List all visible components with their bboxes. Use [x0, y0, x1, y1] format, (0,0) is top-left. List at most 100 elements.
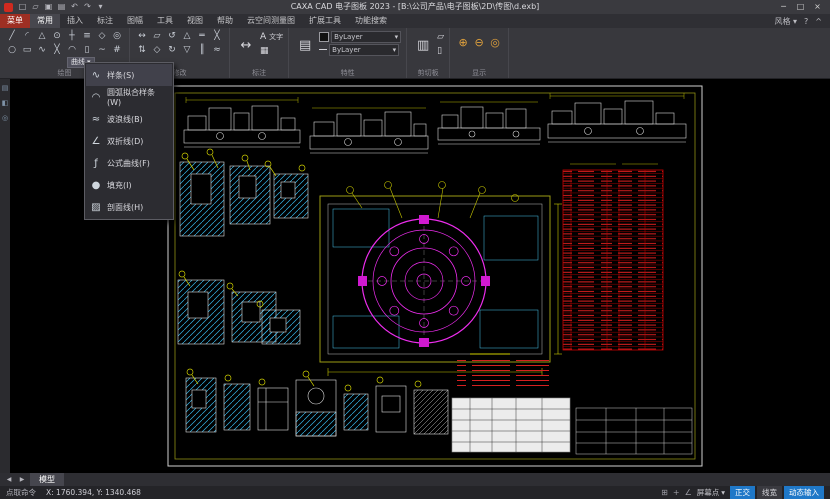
- panel-icon[interactable]: ▤: [2, 84, 9, 92]
- modify-tool-icon[interactable]: ▽: [180, 44, 194, 57]
- modify-tool-icon[interactable]: ↔: [135, 30, 149, 43]
- panel-icon[interactable]: ◧: [2, 99, 9, 107]
- table-button[interactable]: ▦: [260, 45, 283, 57]
- draw-tools: ╱○◜▭△∿⊙╳┼◠≡▯◇~◎#: [5, 30, 124, 57]
- draw-tool-icon[interactable]: ▭: [20, 44, 34, 57]
- draw-tool-icon[interactable]: #: [110, 44, 124, 57]
- minimize-button[interactable]: ─: [775, 0, 792, 14]
- chevron-down-icon: ▾: [395, 33, 399, 41]
- draw-tool-icon[interactable]: ╳: [50, 44, 64, 57]
- draw-tool-icon[interactable]: ╱: [5, 30, 19, 43]
- mode-toggles: 正交线宽动态输入: [730, 486, 824, 499]
- snap-mode-dropdown[interactable]: 屏幕点 ▾: [697, 487, 725, 498]
- next-tab-icon[interactable]: ▶: [17, 476, 27, 483]
- mode-toggle[interactable]: 正交: [730, 486, 755, 499]
- modify-tool-icon[interactable]: ≈: [210, 44, 224, 57]
- ribbon-tab[interactable]: 工具: [150, 14, 180, 28]
- modify-tool-icon[interactable]: ═: [195, 30, 209, 43]
- ribbon-tab[interactable]: 插入: [60, 14, 90, 28]
- ribbon-tab[interactable]: 扩展工具: [302, 14, 348, 28]
- draw-tool-icon[interactable]: ◠: [65, 44, 79, 57]
- prev-tab-icon[interactable]: ◀: [4, 476, 14, 483]
- ribbon-tab[interactable]: 功能搜索: [348, 14, 394, 28]
- ribbon-tab[interactable]: 云空间测量图: [240, 14, 302, 28]
- grid-icon[interactable]: ⊞: [661, 488, 668, 497]
- collapse-ribbon-icon[interactable]: ^: [815, 17, 822, 26]
- curve-type-icon: ∿: [89, 70, 103, 81]
- text-button[interactable]: A 文字: [260, 31, 283, 43]
- window-controls: ─ □ ×: [775, 0, 826, 14]
- draw-tool-icon[interactable]: ~: [95, 44, 109, 57]
- qat-icon[interactable]: ↷: [81, 0, 94, 14]
- dropdown-menu-item[interactable]: ƒ 公式曲线(F): [86, 152, 172, 174]
- clipboard-icon[interactable]: ▱: [437, 31, 444, 43]
- dimension-button[interactable]: ↔: [235, 30, 257, 60]
- zoom-icon[interactable]: ⊕: [455, 30, 471, 68]
- dropdown-menu-item[interactable]: ∠ 双折线(D): [86, 130, 172, 152]
- group-label-clipboard: 剪切板: [407, 68, 449, 78]
- draw-tool-icon[interactable]: ▯: [80, 44, 94, 57]
- draw-tool-icon[interactable]: ○: [5, 44, 19, 57]
- dropdown-menu-item[interactable]: ● 填充(I): [86, 174, 172, 196]
- dropdown-menu-item[interactable]: ≈ 波浪线(B): [86, 108, 172, 130]
- modify-tool-icon[interactable]: ╳: [210, 30, 224, 43]
- crosshair-icon[interactable]: +: [673, 488, 680, 497]
- modify-tool-icon[interactable]: ║: [195, 44, 209, 57]
- qat-icon[interactable]: ↶: [68, 0, 81, 14]
- bylayer-value: ByLayer: [332, 46, 360, 54]
- draw-tool-icon[interactable]: ◜: [20, 30, 34, 43]
- zoom-icon[interactable]: ⊖: [471, 30, 487, 68]
- clipboard-icon[interactable]: ▯: [437, 45, 444, 57]
- angle-snap-icon[interactable]: ∠: [685, 488, 692, 497]
- title-bar: □▱▣▤↶↷▾ CAXA CAD 电子图板 2023 - [B:\公司产品\电子…: [0, 0, 830, 14]
- modify-tool-icon[interactable]: ⇅: [135, 44, 149, 57]
- text-label: 文字: [269, 32, 283, 42]
- ribbon-tab[interactable]: 图幅: [120, 14, 150, 28]
- dropdown-menu-item[interactable]: ∿ 样条(S): [86, 64, 172, 86]
- modify-tool-icon[interactable]: ◇: [150, 44, 164, 57]
- qat-icon[interactable]: □: [16, 0, 29, 14]
- ribbon-tab[interactable]: 常用: [30, 14, 60, 28]
- mode-toggle[interactable]: 动态输入: [784, 486, 824, 499]
- dropdown-menu-item[interactable]: ▨ 剖面线(H): [86, 196, 172, 218]
- qat-icon[interactable]: ▣: [42, 0, 55, 14]
- draw-tool-icon[interactable]: ◎: [110, 30, 124, 43]
- tab-model[interactable]: 模型: [30, 473, 64, 486]
- draw-tool-icon[interactable]: ┼: [65, 30, 79, 43]
- ribbon-tab[interactable]: 帮助: [210, 14, 240, 28]
- ribbon-group-clipboard: ▥ ▱ ▯ 剪切板: [407, 28, 450, 78]
- modify-tool-icon[interactable]: ▱: [150, 30, 164, 43]
- draw-tool-icon[interactable]: ⊙: [50, 30, 64, 43]
- modify-tool-icon[interactable]: △: [180, 30, 194, 43]
- ribbon-tab[interactable]: 视图: [180, 14, 210, 28]
- paste-button[interactable]: ▥: [412, 30, 434, 60]
- curve-type-icon: ▨: [89, 202, 103, 213]
- panel-icon[interactable]: ◎: [2, 114, 8, 122]
- layers-icon[interactable]: ▤: [294, 30, 316, 60]
- color-bylayer-select[interactable]: ByLayer ▾: [331, 31, 401, 43]
- draw-tool-icon[interactable]: ∿: [35, 44, 49, 57]
- color-swatch[interactable]: [319, 32, 329, 42]
- modify-tool-icon[interactable]: ↻: [165, 44, 179, 57]
- linetype-sample: [319, 49, 327, 50]
- bom-table: [563, 170, 663, 350]
- mode-toggle[interactable]: 线宽: [757, 486, 782, 499]
- linetype-bylayer-select[interactable]: ByLayer ▾: [329, 44, 399, 56]
- draw-tool-icon[interactable]: ≡: [80, 30, 94, 43]
- modify-tool-icon[interactable]: ↺: [165, 30, 179, 43]
- zoom-icon[interactable]: ◎: [487, 30, 503, 68]
- style-dropdown[interactable]: 风格 ▾: [774, 16, 797, 27]
- draw-tool-icon[interactable]: ◇: [95, 30, 109, 43]
- chevron-down-icon: ▾: [721, 488, 725, 497]
- dropdown-menu-item[interactable]: ◠ 圆弧拟合样条(W): [86, 86, 172, 108]
- ribbon-tab[interactable]: 菜单: [0, 14, 30, 28]
- group-label-annotate: 标注: [230, 68, 288, 78]
- qat-icon[interactable]: ▱: [29, 0, 42, 14]
- qat-icon[interactable]: ▾: [94, 0, 107, 14]
- maximize-button[interactable]: □: [792, 0, 809, 14]
- help-icon[interactable]: ?: [804, 17, 808, 26]
- close-button[interactable]: ×: [809, 0, 826, 14]
- draw-tool-icon[interactable]: △: [35, 30, 49, 43]
- qat-icon[interactable]: ▤: [55, 0, 68, 14]
- ribbon-tab[interactable]: 标注: [90, 14, 120, 28]
